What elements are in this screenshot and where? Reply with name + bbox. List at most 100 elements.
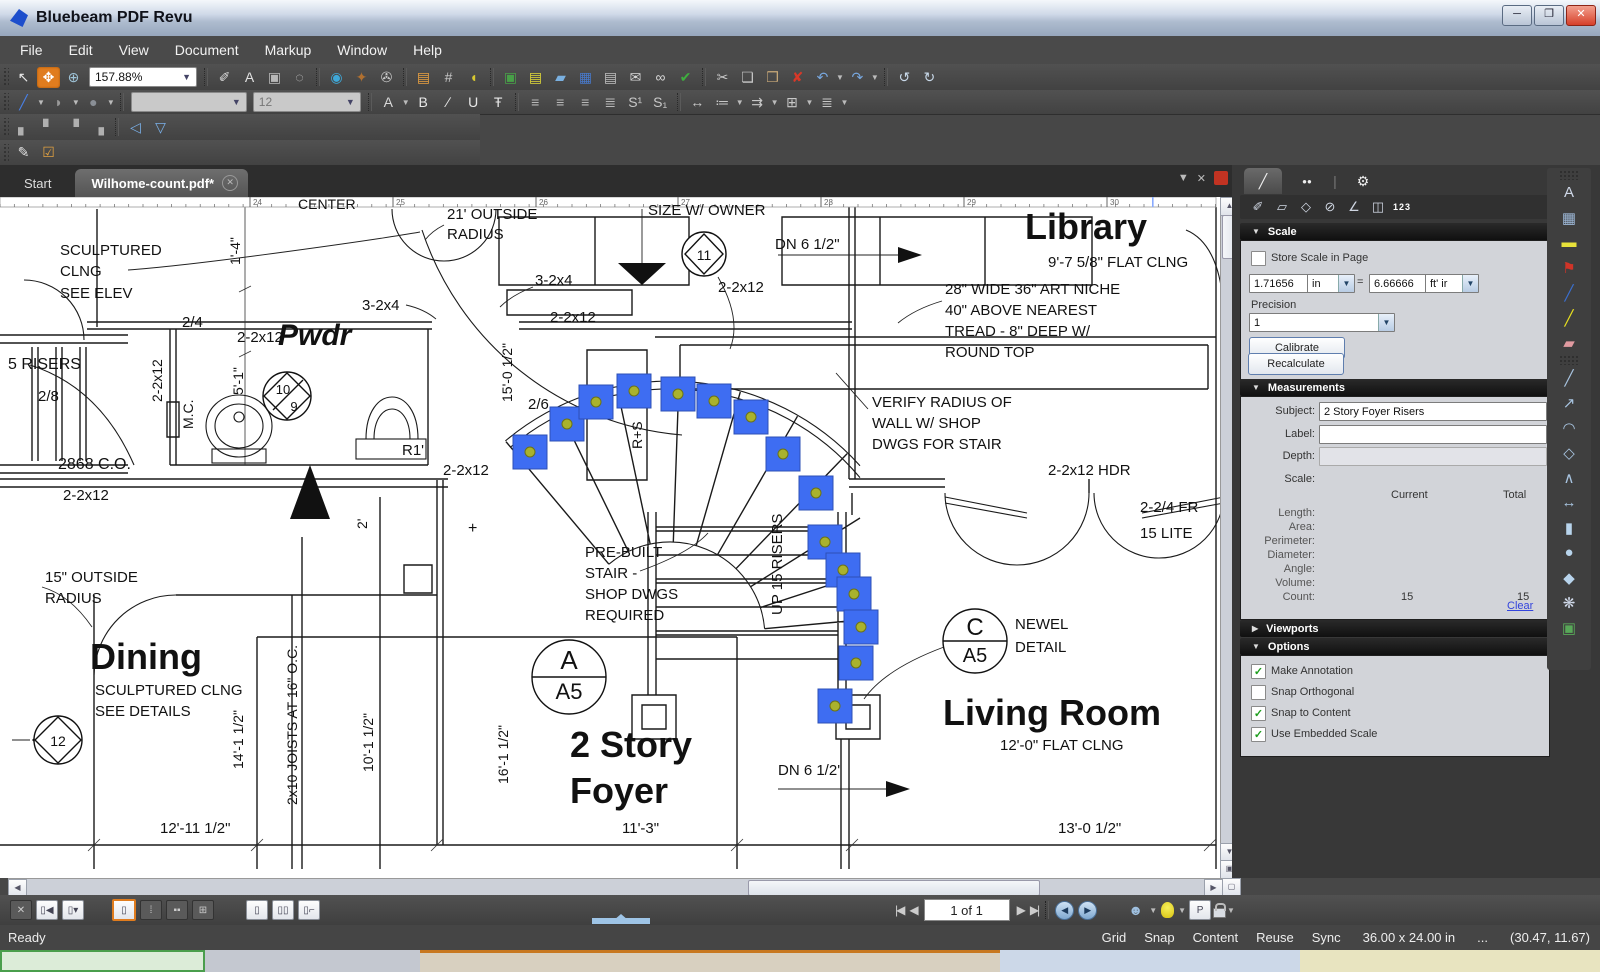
sticky-note-icon[interactable]: ▬: [1547, 230, 1591, 255]
table-icon[interactable]: ⊞: [781, 92, 804, 113]
align-center-icon[interactable]: ≡: [549, 92, 572, 113]
viewports-section-header[interactable]: ▶Viewports: [1240, 620, 1560, 637]
menu-item-view[interactable]: View: [107, 39, 161, 61]
align-right-edge-icon[interactable]: ▝: [62, 117, 85, 138]
recalculate-button[interactable]: Recalculate: [1248, 353, 1344, 375]
align-bottom-left-icon[interactable]: ▖: [12, 117, 35, 138]
flip-vertical-icon[interactable]: ▽: [149, 117, 172, 138]
menu-item-file[interactable]: File: [8, 39, 55, 61]
line-color-icon[interactable]: ╱: [12, 92, 35, 113]
scale-section-header[interactable]: ▼Scale: [1240, 223, 1560, 240]
document-canvas[interactable]: 24252627282930 CENTER21' OUTSIDERADIUSSI…: [0, 197, 1237, 878]
rotate-right-icon[interactable]: ↻: [918, 67, 941, 88]
crop-icon[interactable]: #: [437, 67, 460, 88]
status-toggle-sync[interactable]: Sync: [1312, 930, 1341, 945]
measure-volume-icon[interactable]: ◫: [1368, 199, 1388, 215]
underline-icon[interactable]: U: [462, 92, 485, 113]
arrow-tool-icon[interactable]: ↗: [1547, 390, 1591, 415]
dropdown-arrow-icon[interactable]: ▼: [806, 98, 814, 107]
taskbar-item[interactable]: [1000, 950, 1300, 972]
snapshot-tool-icon[interactable]: ▣: [263, 67, 286, 88]
count-marker[interactable]: [734, 400, 768, 434]
label-input[interactable]: [1319, 425, 1547, 444]
single-page-icon[interactable]: ▯: [112, 899, 136, 921]
select-tool-icon[interactable]: ↖: [12, 67, 35, 88]
measure-tab-icon[interactable]: ╱: [1244, 168, 1282, 194]
count-marker[interactable]: [844, 610, 878, 644]
save-icon[interactable]: ▦: [574, 67, 597, 88]
align-bottom-icon[interactable]: ▗: [87, 117, 110, 138]
measure-length-icon[interactable]: ✐: [1248, 199, 1268, 215]
menu-item-edit[interactable]: Edit: [57, 39, 105, 61]
edit-markup-icon[interactable]: ✎: [12, 142, 35, 163]
close-doc-icon[interactable]: ✕: [10, 900, 32, 920]
status-toggle-reuse[interactable]: Reuse: [1256, 930, 1294, 945]
measurements-section-header[interactable]: ▼Measurements: [1240, 379, 1560, 396]
polygon-tool-icon[interactable]: ◇: [1547, 440, 1591, 465]
dropdown-arrow-icon[interactable]: ▼: [736, 98, 744, 107]
measure-area-icon[interactable]: ▱: [1272, 199, 1292, 215]
toolbar-grip[interactable]: [2, 118, 9, 136]
clear-link[interactable]: Clear: [1507, 600, 1533, 612]
fit-page-icon[interactable]: ▯: [246, 900, 268, 920]
highlighter-icon[interactable]: ╱: [1547, 305, 1591, 330]
taskbar-item[interactable]: [205, 950, 420, 972]
checkbox-snap-orthogonal[interactable]: [1251, 685, 1266, 700]
count-marker[interactable]: [818, 689, 852, 723]
toolbar-grip[interactable]: [1559, 355, 1579, 365]
next-page-icon[interactable]: ▶: [1017, 903, 1024, 917]
font-color-icon[interactable]: A: [377, 92, 400, 113]
tab-document[interactable]: Wilhome-count.pdf* ✕: [75, 169, 248, 197]
tab-start[interactable]: Start: [0, 170, 75, 197]
settings-gear-icon[interactable]: ⚙: [1344, 168, 1382, 194]
toolbar-grip[interactable]: [1559, 170, 1579, 180]
toolbar-grip[interactable]: [2, 144, 9, 162]
search-icon[interactable]: ∞: [649, 67, 672, 88]
prev-doc-icon[interactable]: ▯◀: [36, 900, 58, 920]
number-list-icon[interactable]: ⇉: [746, 92, 769, 113]
taskbar-item[interactable]: [700, 950, 1000, 972]
menu-item-help[interactable]: Help: [401, 39, 454, 61]
measure-angle-icon[interactable]: ∠: [1344, 199, 1364, 215]
pen-icon[interactable]: ╱: [1547, 280, 1591, 305]
lock-icon[interactable]: [1213, 908, 1226, 918]
open-file-icon[interactable]: ▰: [549, 67, 572, 88]
align-justify-icon[interactable]: ≣: [599, 92, 622, 113]
markup-check-icon[interactable]: ☑: [37, 142, 60, 163]
status-ellipsis[interactable]: ...: [1477, 930, 1488, 945]
dropdown-arrow-icon[interactable]: ▼: [72, 98, 80, 107]
image-tool-icon[interactable]: ▣: [1547, 615, 1591, 640]
cloud-tool-icon[interactable]: ❋: [1547, 590, 1591, 615]
subscript-icon[interactable]: S₁: [649, 92, 672, 113]
count-marker[interactable]: [579, 385, 613, 419]
align-left-icon[interactable]: ≡: [524, 92, 547, 113]
dropdown-arrow-icon[interactable]: ▼: [840, 98, 848, 107]
redo-icon[interactable]: ↷: [846, 67, 869, 88]
flag-icon[interactable]: ⚑: [1547, 255, 1591, 280]
cut-icon[interactable]: ✂: [711, 67, 734, 88]
superscript-icon[interactable]: S¹: [624, 92, 647, 113]
count-marker[interactable]: [661, 377, 695, 411]
new-page-icon[interactable]: ▤: [412, 67, 435, 88]
horizontal-scrollbar[interactable]: ◀ ▶: [8, 878, 1222, 896]
status-toggle-snap[interactable]: Snap: [1144, 930, 1174, 945]
scale-unit1-select[interactable]: in▼: [1307, 274, 1355, 293]
taskbar-item[interactable]: [0, 950, 205, 972]
checkbox-snap-to-content[interactable]: ✓: [1251, 706, 1266, 721]
minimize-button[interactable]: ─: [1502, 5, 1532, 26]
view-back-icon[interactable]: ◀: [1055, 901, 1074, 920]
fill-color-icon[interactable]: ◗: [47, 92, 70, 113]
italic-icon[interactable]: ∕: [437, 92, 460, 113]
text-tool-icon[interactable]: A: [1547, 180, 1591, 205]
pan-tool-icon[interactable]: ✥: [37, 67, 60, 88]
taskbar-item[interactable]: [420, 950, 700, 972]
status-toggle-grid[interactable]: Grid: [1102, 930, 1127, 945]
status-toggle-content[interactable]: Content: [1193, 930, 1239, 945]
arc-tool-icon[interactable]: ◠: [1547, 415, 1591, 440]
font-family-combo[interactable]: ▼: [131, 92, 247, 112]
eraser-icon[interactable]: ▰: [1547, 330, 1591, 355]
dropdown-arrow-icon[interactable]: ▼: [836, 73, 844, 82]
hyperlink-icon[interactable]: ◉: [325, 67, 348, 88]
opacity-icon[interactable]: ●: [82, 92, 105, 113]
dropdown-arrow-icon[interactable]: ▼: [37, 98, 45, 107]
